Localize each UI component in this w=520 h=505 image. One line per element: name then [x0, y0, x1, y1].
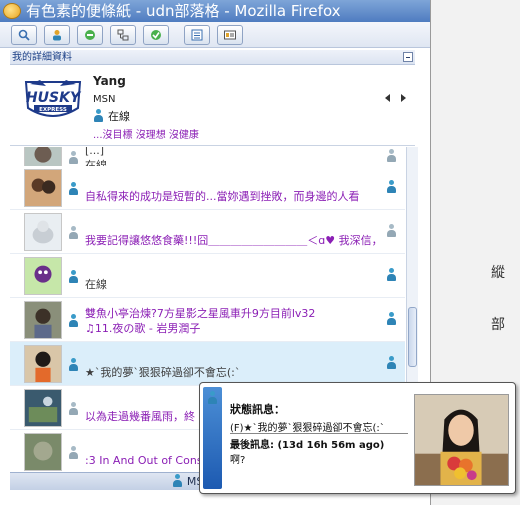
contact-row[interactable]: 自私得來的成功是短暫的...當妳遇到挫敗，而身邊的人看: [10, 166, 405, 210]
profile-status-label: 在線: [108, 110, 130, 123]
contact-status-icon: [68, 182, 79, 195]
tooltip-status-value: (F)★`我的夢`狠狠碎過卻不會忘(:`: [230, 423, 385, 434]
contact-message: ★`我的夢`狠狠碎過卻不會忘(:`: [85, 366, 241, 379]
contact-message: 我要記得讓悠悠食藥!!!囧＿＿＿＿＿＿＿＿＿＜ɑ♥ 我深信，: [85, 234, 383, 247]
contact-row-selected[interactable]: ★`我的夢`狠狠碎過卻不會忘(:`: [10, 342, 405, 386]
card-button[interactable]: [217, 25, 243, 45]
add-contact-icon: [53, 30, 61, 41]
network-button[interactable]: [110, 25, 136, 45]
tooltip-divider: [230, 433, 408, 434]
profile-name: Yang: [93, 74, 126, 88]
tooltip-last-message-value: 啊?: [230, 455, 246, 466]
contact-row[interactable]: 我要記得讓悠悠食藥!!!囧＿＿＿＿＿＿＿＿＿＜ɑ♥ 我深信，: [10, 210, 405, 254]
background-window-text: 縱 部: [491, 265, 505, 333]
contact-right-icon: [386, 312, 397, 325]
contact-status-icon: [68, 314, 79, 327]
profile-status[interactable]: 在線: [93, 108, 130, 123]
contact-avatar: [24, 169, 62, 207]
contact-row[interactable]: 雙魚小亭治煉?7方星影之星風車升9方目前lv32 ♫11.夜の歌 - 岩男潤子: [10, 298, 405, 342]
search-icon: [18, 29, 30, 41]
contact-message: ♫11.夜の歌 - 岩男潤子: [85, 322, 201, 335]
contact-text: 雙魚小亭治煉?7方星影之星風車升9方目前lv32 ♫11.夜の歌 - 岩男潤子: [85, 306, 385, 338]
contact-right-icon: [386, 149, 397, 162]
contact-tooltip: 狀態訊息： (F)★`我的夢`狠狠碎過卻不會忘(:` 最後訊息: (13d 16…: [199, 382, 516, 494]
contact-right-icon: [386, 356, 397, 369]
contact-name: [85, 262, 385, 277]
check-icon: [151, 30, 161, 40]
contact-status-icon: [68, 358, 79, 371]
tooltip-person-icon: [207, 391, 218, 404]
contact-name: 雙魚小亭治煉?7方星影之星風車升9方目前lv32: [85, 307, 316, 320]
profile-service: MSN: [93, 94, 116, 105]
contact-avatar: [24, 213, 62, 251]
app-window: 有色素的便條紙 - udn部落格 - Mozilla Firefox 我的詳細資…: [0, 0, 520, 505]
contact-status-icon: [68, 151, 79, 164]
tooltip-last-message-label: 最後訊息: (13d 16h 56m ago): [230, 440, 385, 451]
search-button[interactable]: [11, 25, 37, 45]
previous-account-icon[interactable]: [385, 94, 390, 102]
contact-avatar: [24, 389, 62, 427]
contact-text: 自私得來的成功是短暫的...當妳遇到挫敗，而身邊的人看: [85, 174, 385, 206]
profile-section-title: 我的詳細資料: [12, 52, 72, 63]
contact-avatar: [24, 433, 62, 471]
contact-name: [85, 174, 385, 189]
list-icon: [191, 29, 203, 41]
contact-name: [...]: [85, 147, 105, 157]
contact-avatar: [24, 345, 62, 383]
online-status-icon: [93, 109, 104, 122]
add-contact-button[interactable]: [44, 25, 70, 45]
tooltip-side-bar: [203, 387, 222, 489]
contact-avatar: [24, 257, 62, 295]
check-button[interactable]: [143, 25, 169, 45]
personal-message[interactable]: ...沒目標 沒理想 沒健康: [93, 126, 199, 141]
msn-status-icon: [172, 474, 183, 487]
profile-panel: HUSKY EXPRESS Yang MSN 在線 ...沒目標 沒理想 沒健康: [10, 66, 415, 146]
contact-status-icon: [68, 270, 79, 283]
tooltip-status-label: 狀態訊息：: [230, 403, 285, 416]
contact-message: 自私得來的成功是短暫的...當妳遇到挫敗，而身邊的人看: [85, 190, 360, 203]
scrollbar-thumb[interactable]: [408, 307, 417, 367]
contact-text: 我要記得讓悠悠食藥!!!囧＿＿＿＿＿＿＿＿＿＜ɑ♥ 我深信，: [85, 218, 385, 250]
status-button[interactable]: [77, 25, 103, 45]
collapse-button[interactable]: [403, 52, 413, 62]
contact-avatar: [24, 301, 62, 339]
contact-text: ★`我的夢`狠狠碎過卻不會忘(:`: [85, 350, 385, 382]
network-icon: [117, 29, 129, 41]
next-account-icon[interactable]: [401, 94, 406, 102]
contact-name: [85, 350, 385, 365]
contact-right-icon: [386, 268, 397, 281]
svg-text:HUSKY: HUSKY: [26, 90, 82, 106]
contact-row[interactable]: 在線: [10, 254, 405, 298]
status-icon: [85, 30, 95, 40]
list-button[interactable]: [184, 25, 210, 45]
contact-message: 在線: [85, 278, 107, 291]
contact-right-icon: [386, 180, 397, 193]
contact-right-icon: [386, 224, 397, 237]
contact-text: 在線: [85, 262, 385, 294]
window-title: 有色素的便條紙 - udn部落格 - Mozilla Firefox: [26, 2, 341, 20]
husky-logo: HUSKY EXPRESS: [24, 80, 82, 117]
firefox-icon: [3, 3, 21, 19]
svg-text:EXPRESS: EXPRESS: [39, 107, 67, 113]
profile-section-header[interactable]: 我的詳細資料: [10, 50, 415, 65]
contact-name: [85, 218, 385, 233]
card-icon: [224, 30, 236, 40]
toolbar: [0, 22, 430, 48]
contact-status-icon: [68, 226, 79, 239]
tooltip-contact-photo: [414, 394, 509, 486]
contact-status-icon: [68, 402, 79, 415]
contact-status-icon: [68, 446, 79, 459]
